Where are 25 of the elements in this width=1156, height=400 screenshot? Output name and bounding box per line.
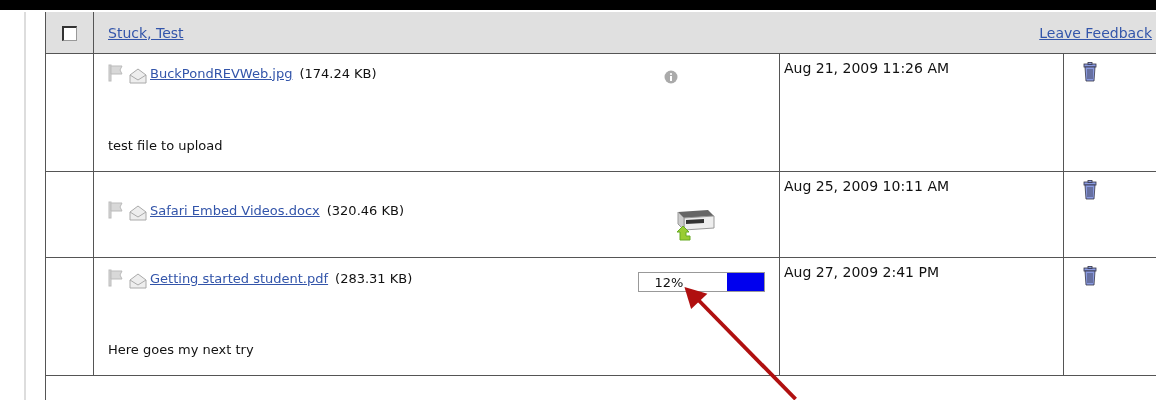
file-size: (320.46 KB) <box>326 202 404 218</box>
upload-date: Aug 25, 2009 10:11 AM <box>784 178 950 194</box>
file-description: test file to upload <box>108 138 224 153</box>
feedback-link[interactable]: Leave Feedback <box>1039 24 1152 41</box>
name-link[interactable]: Stuck, Test <box>108 24 184 41</box>
file-description: Here goes my next try <box>108 342 255 357</box>
trash-icon[interactable] <box>1083 62 1097 82</box>
flag-icon[interactable] <box>108 64 124 82</box>
envelope-icon[interactable] <box>129 273 147 289</box>
envelope-icon[interactable] <box>129 205 147 221</box>
upload-date: Aug 27, 2009 2:41 PM <box>784 264 939 280</box>
file-link[interactable]: Getting started student.pdf <box>150 270 329 286</box>
upload-date: Aug 21, 2009 11:26 AM <box>784 60 950 76</box>
progress-reading: 12% <box>653 274 685 292</box>
info-icon[interactable] <box>664 70 678 84</box>
flag-icon[interactable] <box>108 201 124 219</box>
file-size: (283.31 KB) <box>335 270 413 286</box>
trash-icon[interactable] <box>1083 266 1097 286</box>
file-link[interactable]: BuckPondREVWeb.jpg <box>150 65 293 81</box>
file-link[interactable]: Safari Embed Videos.docx <box>150 202 320 218</box>
flag-icon[interactable] <box>108 269 124 287</box>
envelope-icon[interactable] <box>129 68 147 84</box>
file-size: (174.24 KB) <box>299 65 377 81</box>
trash-icon[interactable] <box>1083 180 1097 200</box>
checkbox[interactable] <box>62 26 77 41</box>
